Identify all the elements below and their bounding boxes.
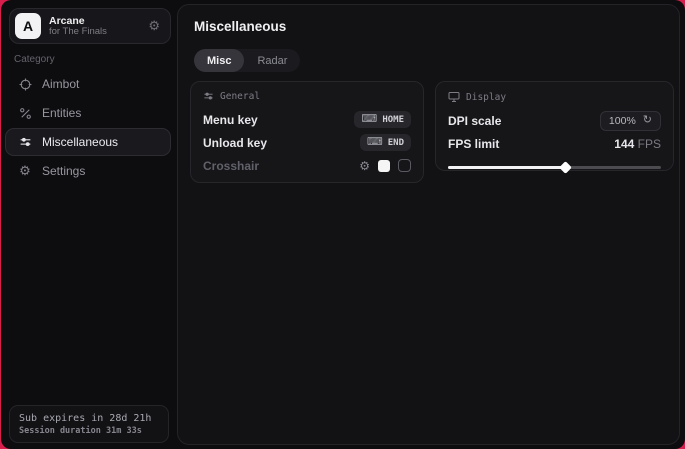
dpi-scale-value: 100% <box>609 115 636 127</box>
dpi-scale-label: DPI scale <box>448 114 501 128</box>
main-panel: Miscellaneous Misc Radar General Menu ke… <box>177 4 680 445</box>
category-label: Category <box>14 54 55 65</box>
keyboard-icon: ⌨ <box>367 137 383 148</box>
crosshair-settings-gear-icon[interactable]: ⚙ <box>359 160 370 172</box>
brand-card: A Arcane for The Finals ⚙ <box>9 8 171 44</box>
unload-key-label: Unload key <box>203 136 267 150</box>
general-card: General Menu key ⌨ HOME Unload key ⌨ END… <box>190 81 424 183</box>
dpi-scale-button[interactable]: 100% ↻ <box>600 111 661 131</box>
monitor-icon <box>448 91 460 103</box>
subscription-card: Sub expires in 28d 21h Session duration … <box>9 405 169 443</box>
fps-limit-slider[interactable] <box>448 162 661 172</box>
crosshair-color-swatch[interactable] <box>378 160 390 172</box>
menu-key-value: HOME <box>382 115 404 125</box>
app-window: A Arcane for The Finals ⚙ Category Aimbo… <box>1 0 685 449</box>
brand-title: Arcane <box>49 15 140 27</box>
unload-key-button[interactable]: ⌨ END <box>360 134 411 151</box>
sidebar-item-label: Settings <box>42 164 85 178</box>
cycle-icon: ↻ <box>643 115 652 126</box>
sliders-icon <box>18 135 32 149</box>
menu-key-row: Menu key ⌨ HOME <box>203 108 411 131</box>
sub-expiry-text: Sub expires in 28d 21h <box>19 413 159 424</box>
sidebar-item-settings[interactable]: ⚙ Settings <box>5 157 171 185</box>
fps-slider-thumb[interactable] <box>559 161 572 174</box>
sidebar-item-label: Entities <box>42 106 81 120</box>
fps-limit-value: 144 <box>614 137 634 151</box>
tab-bar: Misc Radar <box>194 49 300 72</box>
sidebar-item-miscellaneous[interactable]: Miscellaneous <box>5 128 171 156</box>
unload-key-row: Unload key ⌨ END <box>203 131 411 154</box>
display-card: Display DPI scale 100% ↻ FPS limit 144 F… <box>435 81 674 171</box>
crosshair-label: Crosshair <box>203 159 259 173</box>
sidebar-item-label: Aimbot <box>42 77 79 91</box>
unload-key-value: END <box>388 138 404 148</box>
card-title: Display <box>466 92 506 103</box>
fps-limit-row: FPS limit 144 FPS <box>448 132 661 155</box>
crosshair-row: Crosshair ⚙ <box>203 154 411 177</box>
menu-key-button[interactable]: ⌨ HOME <box>354 111 411 128</box>
sidebar-item-aimbot[interactable]: Aimbot <box>5 70 171 98</box>
page-title: Miscellaneous <box>194 19 286 34</box>
fps-limit-label: FPS limit <box>448 137 499 151</box>
sidebar-item-label: Miscellaneous <box>42 135 118 149</box>
fps-slider-fill <box>448 166 565 169</box>
gear-icon: ⚙ <box>18 164 32 178</box>
crosshair-checkbox[interactable] <box>398 159 411 172</box>
entities-icon <box>18 106 32 120</box>
tab-radar[interactable]: Radar <box>244 49 300 72</box>
crosshair-icon <box>18 77 32 91</box>
card-title: General <box>220 91 260 102</box>
brand-subtitle: for The Finals <box>49 27 140 38</box>
fps-limit-unit: FPS <box>638 137 661 151</box>
sidebar-nav: Aimbot Entities Miscellaneous <box>5 70 171 186</box>
session-duration-text: Session duration 31m 33s <box>19 426 159 436</box>
tab-misc[interactable]: Misc <box>194 49 244 72</box>
sidebar: A Arcane for The Finals ⚙ Category Aimbo… <box>1 0 177 449</box>
brand-logo: A <box>15 13 41 39</box>
dpi-scale-row: DPI scale 100% ↻ <box>448 109 661 132</box>
menu-key-label: Menu key <box>203 113 258 127</box>
sidebar-item-entities[interactable]: Entities <box>5 99 171 127</box>
keyboard-icon: ⌨ <box>361 114 377 125</box>
brand-gear-icon[interactable]: ⚙ <box>148 18 160 34</box>
sliders-icon <box>203 91 214 102</box>
